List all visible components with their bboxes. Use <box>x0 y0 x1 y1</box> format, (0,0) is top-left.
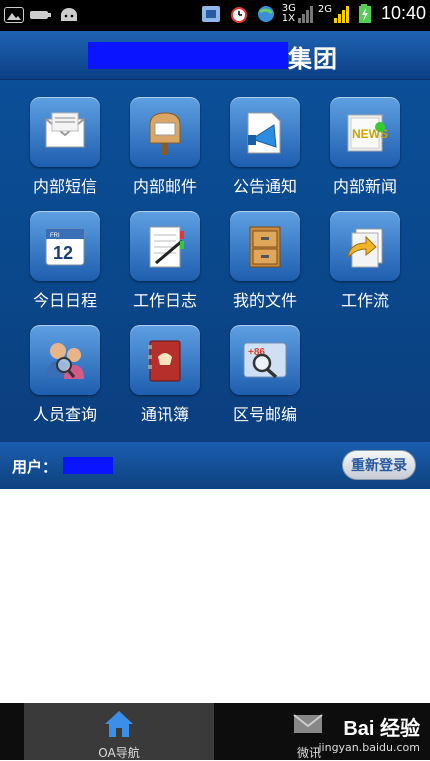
android-icon <box>58 5 80 25</box>
battery-charging-icon <box>354 3 376 24</box>
app-workflow[interactable]: 工作流 <box>320 211 410 311</box>
app-label: 人员查询 <box>32 405 97 424</box>
baidu-watermark: Bai 经验 jingyan.baidu.com <box>318 712 420 754</box>
app-people-search[interactable]: 人员查询 <box>20 325 110 425</box>
people-search-icon <box>30 325 100 395</box>
app-label: 公告通知 <box>232 177 297 196</box>
tab-label: OA导航 <box>98 746 140 760</box>
watermark-main: Bai 经验 <box>343 718 420 740</box>
workflow-arrow-icon <box>330 211 400 281</box>
app-label: 内部新闻 <box>332 177 397 196</box>
app-area-code-postcode[interactable]: +86 区号邮编 <box>220 325 310 425</box>
notebook-icon <box>130 211 200 281</box>
redacted-company-name <box>88 42 288 69</box>
user-bar: 用户： 重新登录 <box>0 442 430 489</box>
globe-sync-icon <box>255 4 277 24</box>
area-code-search-icon: +86 <box>230 325 300 395</box>
app-label: 内部短信 <box>32 177 97 196</box>
app-label: 区号邮编 <box>232 405 297 424</box>
app-internal-sms[interactable]: 内部短信 <box>20 97 110 197</box>
app-address-book[interactable]: 通讯簿 <box>120 325 210 425</box>
app-today-schedule[interactable]: FRI 12 今日日程 <box>20 211 110 311</box>
newspaper-icon: NEWS <box>330 97 400 167</box>
picture-icon <box>4 7 24 23</box>
megaphone-icon <box>230 97 300 167</box>
watermark-url: jingyan.baidu.com <box>318 741 420 754</box>
app-label: 我的文件 <box>232 291 297 310</box>
app-internal-mail[interactable]: 内部邮件 <box>120 97 210 197</box>
app-announcements[interactable]: 公告通知 <box>220 97 310 197</box>
network-3g-label: 3G <box>281 2 296 14</box>
alarm-clock-icon <box>228 4 250 24</box>
mailbox-icon <box>130 97 200 167</box>
app-header: 集团 <box>0 31 430 80</box>
signal-2g: 2G <box>317 3 349 23</box>
clock-time: 10:40 <box>380 3 426 23</box>
file-cabinet-icon <box>230 211 300 281</box>
calendar-icon: FRI 12 <box>30 211 100 281</box>
status-bar: 3G 1X 2G 10:40 <box>0 0 430 31</box>
tab-oa-navigation[interactable]: OA导航 <box>24 703 214 760</box>
app-label: 通讯簿 <box>140 405 189 424</box>
app-internal-news[interactable]: NEWS 内部新闻 <box>320 97 410 197</box>
usb-icon <box>30 5 52 25</box>
app-grid-panel: 内部短信 内部邮件 公告通知 NEWS 内部新闻 FRI 12 今日日程 工作日… <box>0 80 430 442</box>
app-my-files[interactable]: 我的文件 <box>220 211 310 311</box>
signal-3g-1x: 3G 1X <box>281 2 313 24</box>
app-label: 工作流 <box>340 291 389 310</box>
signal-bars-icon <box>297 5 313 23</box>
app-label: 内部邮件 <box>132 177 197 196</box>
redacted-username <box>63 457 113 474</box>
network-1x-label: 1X <box>281 12 295 24</box>
address-book-icon <box>130 325 200 395</box>
signal-bars-icon <box>333 5 349 23</box>
app-work-log[interactable]: 工作日志 <box>120 211 210 311</box>
network-2g-label: 2G <box>317 3 332 15</box>
app-label: 工作日志 <box>132 291 197 310</box>
page-title: 集团 <box>288 45 338 73</box>
app-label: 今日日程 <box>32 291 97 310</box>
relogin-button[interactable]: 重新登录 <box>342 450 416 480</box>
calendar-day: 12 <box>53 243 73 263</box>
calendar-weekday: FRI <box>50 233 60 239</box>
oa-app-icon <box>201 4 223 24</box>
mail-envelope-icon <box>30 97 100 167</box>
user-label: 用户： <box>12 458 58 476</box>
home-icon <box>105 711 133 737</box>
